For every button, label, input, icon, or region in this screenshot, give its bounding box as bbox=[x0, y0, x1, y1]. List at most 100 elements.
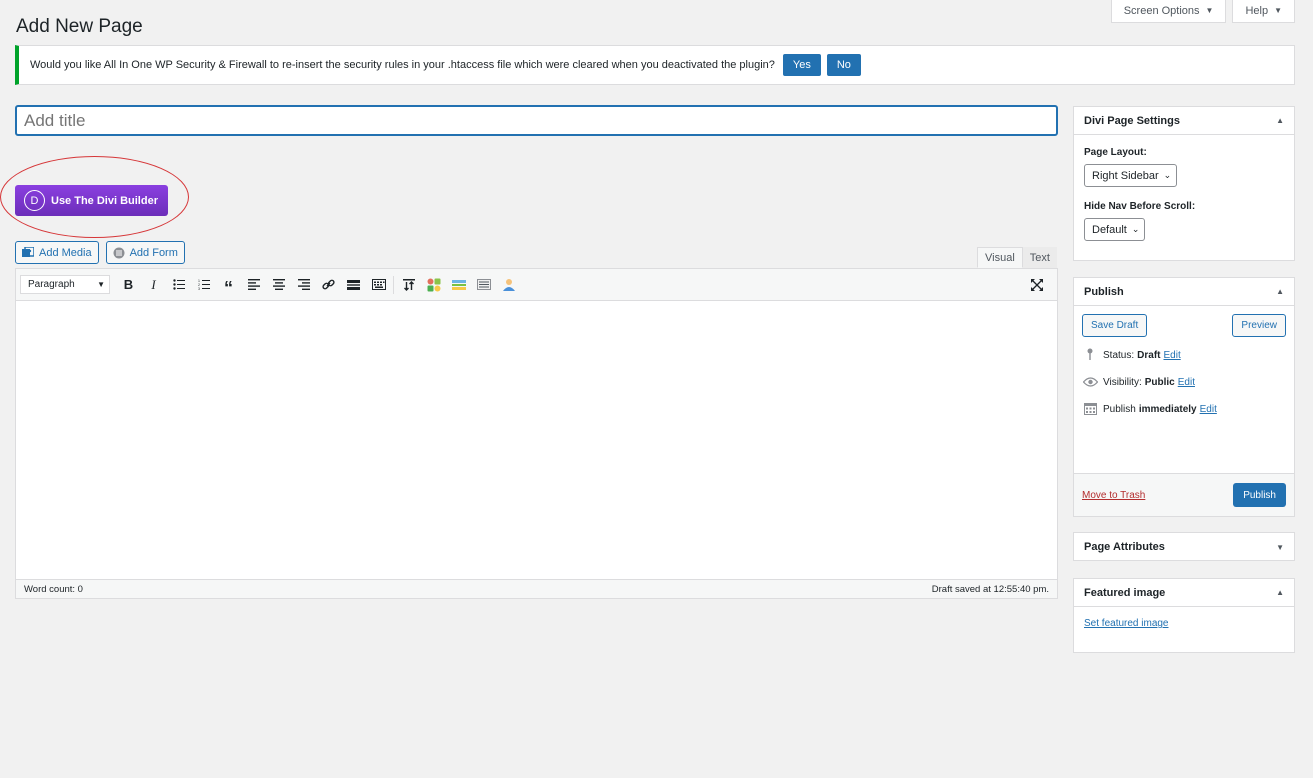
page-title: Add New Page bbox=[16, 16, 143, 37]
bold-icon[interactable]: B bbox=[116, 274, 141, 296]
calendar-icon bbox=[1083, 402, 1097, 418]
notice-message: Would you like All In One WP Security & … bbox=[30, 59, 775, 71]
screen-options-label: Screen Options bbox=[1123, 4, 1200, 17]
divi-button-label: Use The Divi Builder bbox=[51, 194, 158, 207]
layout-grid-icon[interactable] bbox=[421, 274, 446, 296]
screen-options-button[interactable]: Screen Options ▼ bbox=[1110, 0, 1227, 23]
align-left-icon[interactable] bbox=[241, 274, 266, 296]
page-attributes-box: Page Attributes ▼ bbox=[1073, 532, 1295, 561]
italic-icon[interactable]: I bbox=[141, 274, 166, 296]
editor-content-area[interactable] bbox=[16, 301, 1057, 580]
page-layout-value: Right Sidebar bbox=[1092, 169, 1159, 182]
format-select-value: Paragraph bbox=[28, 279, 75, 290]
tab-visual[interactable]: Visual bbox=[977, 247, 1023, 268]
user-shortcode-icon[interactable] bbox=[496, 274, 521, 296]
divi-builder-area: D Use The Divi Builder bbox=[0, 156, 190, 238]
table-icon[interactable] bbox=[471, 274, 496, 296]
link-icon[interactable] bbox=[316, 274, 341, 296]
blockquote-icon[interactable]: “ bbox=[216, 274, 241, 297]
divi-logo-icon: D bbox=[24, 190, 45, 211]
toolbar-separator bbox=[393, 275, 394, 294]
visibility-value: Public bbox=[1144, 377, 1175, 388]
add-media-label: Add Media bbox=[39, 246, 92, 259]
publish-box: Publish ▲ Save Draft Preview Status: Dra… bbox=[1073, 277, 1295, 517]
notice-no-button[interactable]: No bbox=[826, 54, 861, 76]
status-edit-link[interactable]: Edit bbox=[1163, 350, 1180, 361]
help-label: Help bbox=[1245, 4, 1269, 17]
hide-nav-value: Default bbox=[1092, 223, 1127, 236]
help-button[interactable]: Help ▼ bbox=[1232, 0, 1295, 23]
caret-down-icon: ▼ bbox=[1274, 6, 1282, 15]
visibility-edit-link[interactable]: Edit bbox=[1178, 377, 1195, 388]
save-draft-button[interactable]: Save Draft bbox=[1082, 314, 1148, 337]
media-buttons: Add Media Add Form bbox=[15, 241, 185, 264]
divi-settings-header[interactable]: Divi Page Settings ▲ bbox=[1074, 107, 1294, 135]
chevron-down-icon: ⌄ bbox=[1131, 224, 1140, 234]
title-input[interactable] bbox=[15, 105, 1058, 136]
move-to-trash-link[interactable]: Move to Trash bbox=[1082, 490, 1145, 501]
schedule-row: Publish immediately Edit bbox=[1083, 396, 1285, 423]
page-attributes-title: Page Attributes bbox=[1084, 541, 1165, 553]
sort-icon[interactable] bbox=[396, 274, 421, 296]
page-layout-label: Page Layout: bbox=[1084, 147, 1147, 158]
schedule-label: Publish bbox=[1103, 404, 1136, 415]
page-layout-select[interactable]: Right Sidebar ⌄ bbox=[1084, 164, 1178, 187]
status-value: Draft bbox=[1137, 350, 1161, 361]
editor-tabs: Visual Text bbox=[977, 247, 1057, 268]
hide-nav-label: Hide Nav Before Scroll: bbox=[1084, 201, 1196, 212]
divi-settings-title: Divi Page Settings bbox=[1084, 114, 1180, 127]
align-right-icon[interactable] bbox=[291, 274, 316, 296]
divi-page-settings-box: Divi Page Settings ▲ Page Layout: Right … bbox=[1073, 106, 1295, 261]
toolbar-toggle-icon[interactable] bbox=[366, 274, 391, 296]
media-icon bbox=[22, 246, 34, 257]
page-attributes-header[interactable]: Page Attributes ▼ bbox=[1074, 533, 1294, 561]
visibility-label: Visibility: bbox=[1103, 377, 1142, 388]
collapse-icon[interactable]: ▲ bbox=[1276, 116, 1284, 125]
set-featured-image-link[interactable]: Set featured image bbox=[1084, 618, 1169, 629]
featured-image-header[interactable]: Featured image ▲ bbox=[1074, 579, 1294, 607]
visibility-row: Visibility: Public Edit bbox=[1082, 369, 1285, 396]
fullscreen-icon[interactable] bbox=[1024, 274, 1049, 296]
preview-button[interactable]: Preview bbox=[1232, 314, 1286, 337]
publish-header[interactable]: Publish ▲ bbox=[1074, 278, 1294, 306]
numbered-list-icon[interactable]: 123 bbox=[191, 274, 216, 296]
expand-icon[interactable]: ▼ bbox=[1276, 543, 1284, 552]
status-label: Status: bbox=[1103, 350, 1135, 361]
publish-title: Publish bbox=[1084, 285, 1124, 298]
format-select[interactable]: Paragraph ▼ bbox=[20, 275, 110, 294]
form-icon bbox=[113, 247, 125, 258]
featured-image-title: Featured image bbox=[1084, 586, 1166, 599]
draft-saved-status: Draft saved at 12:55:40 pm. bbox=[931, 583, 1049, 595]
eye-icon bbox=[1082, 376, 1099, 390]
add-form-button[interactable]: Add Form bbox=[105, 241, 185, 264]
notice-yes-button[interactable]: Yes bbox=[782, 54, 821, 76]
collapse-icon[interactable]: ▲ bbox=[1276, 588, 1284, 597]
caret-down-icon: ▼ bbox=[97, 280, 105, 289]
featured-image-box: Featured image ▲ Set featured image bbox=[1073, 578, 1295, 653]
schedule-value: immediately bbox=[1138, 404, 1197, 415]
editor-status-bar: Word count: 0 Draft saved at 12:55:40 pm… bbox=[16, 579, 1057, 598]
align-center-icon[interactable] bbox=[266, 274, 291, 296]
publish-footer: Move to Trash Publish bbox=[1074, 473, 1294, 516]
top-tabs: Screen Options ▼ Help ▼ bbox=[1110, 0, 1295, 23]
publish-actions: Save Draft Preview bbox=[1074, 306, 1294, 337]
bullet-list-icon[interactable] bbox=[166, 274, 191, 296]
collapse-icon[interactable]: ▲ bbox=[1276, 287, 1284, 296]
content-editor: Paragraph ▼ B I 123 “ Word count: 0 Draf… bbox=[15, 268, 1058, 599]
publish-button[interactable]: Publish bbox=[1233, 483, 1286, 507]
pin-icon bbox=[1083, 348, 1097, 363]
status-row: Status: Draft Edit bbox=[1083, 342, 1285, 369]
chevron-down-icon: ⌄ bbox=[1163, 170, 1172, 180]
add-media-button[interactable]: Add Media bbox=[15, 241, 99, 264]
caret-down-icon: ▼ bbox=[1205, 6, 1214, 15]
use-divi-builder-button[interactable]: D Use The Divi Builder bbox=[15, 185, 168, 216]
hide-nav-select[interactable]: Default ⌄ bbox=[1084, 218, 1146, 241]
security-notice: Would you like All In One WP Security & … bbox=[15, 45, 1295, 85]
add-form-label: Add Form bbox=[129, 246, 178, 259]
schedule-edit-link[interactable]: Edit bbox=[1200, 404, 1217, 415]
word-count: Word count: 0 bbox=[24, 583, 83, 595]
read-more-icon[interactable] bbox=[341, 274, 366, 296]
divider-block-icon[interactable] bbox=[446, 274, 471, 296]
svg-text:3: 3 bbox=[198, 287, 200, 290]
tab-text[interactable]: Text bbox=[1022, 247, 1057, 268]
